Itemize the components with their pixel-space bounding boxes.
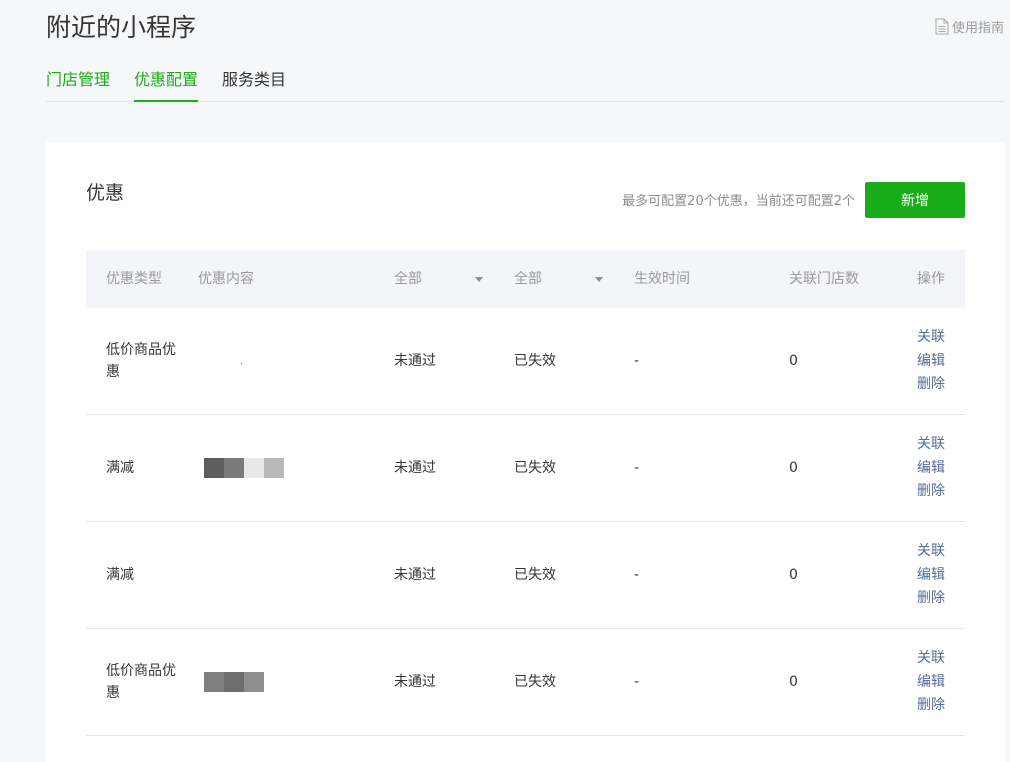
edit-action[interactable]: 编辑 — [917, 456, 945, 480]
image-swatch — [244, 458, 264, 478]
link-stores-action[interactable]: 关联 — [917, 647, 945, 671]
discount-image — [204, 458, 284, 478]
column-header-time: 生效时间 — [634, 271, 690, 287]
image-swatch — [244, 672, 264, 692]
image-swatch — [224, 672, 244, 692]
table-row: 满减 未通过 已失效 - 0 关联 编辑 删除 — [86, 522, 965, 629]
audit-status: 未通过 — [394, 460, 436, 476]
audit-filter-dropdown[interactable]: 全部 — [394, 250, 494, 308]
add-discount-button[interactable]: 新增 — [865, 182, 965, 218]
image-swatch — [204, 458, 224, 478]
table-header: 优惠类型 优惠内容 全部 全部 生效时间 关联门店数 操作 — [86, 250, 965, 308]
linked-store-count: 0 — [789, 567, 798, 583]
row-actions: 关联 编辑 删除 — [917, 433, 945, 504]
column-header-ops: 操作 — [917, 271, 945, 287]
row-actions: 关联 编辑 删除 — [917, 326, 945, 397]
delete-action[interactable]: 删除 — [917, 480, 945, 504]
status-filter-label: 全部 — [514, 271, 542, 287]
discount-content — [204, 458, 284, 478]
edit-action[interactable]: 编辑 — [917, 349, 945, 373]
image-swatch — [264, 458, 284, 478]
delete-action[interactable]: 删除 — [917, 587, 945, 611]
tab-service-category[interactable]: 服务类目 — [222, 62, 286, 101]
panel-title: 优惠 — [86, 182, 125, 204]
image-swatch — [204, 672, 224, 692]
audit-status: 未通过 — [394, 674, 436, 690]
table-row: 低价商品优惠 . 未通过 已失效 - 0 关联 编辑 删除 — [86, 308, 965, 415]
link-stores-action[interactable]: 关联 — [917, 326, 945, 350]
effective-status: 已失效 — [514, 460, 556, 476]
audit-status: 未通过 — [394, 567, 436, 583]
effective-status: 已失效 — [514, 674, 556, 690]
status-filter-dropdown[interactable]: 全部 — [514, 250, 614, 308]
discount-type: 满减 — [106, 460, 134, 476]
tab-store-management[interactable]: 门店管理 — [46, 62, 110, 101]
quota-hint: 最多可配置20个优惠，当前还可配置2个 — [622, 194, 855, 209]
discount-image — [204, 672, 264, 692]
audit-filter-label: 全部 — [394, 271, 422, 287]
caret-down-icon — [595, 277, 603, 282]
table-row: 低价商品优惠 未通过 已失效 - 0 关联 编辑 删除 — [86, 629, 965, 736]
column-header-content: 优惠内容 — [198, 271, 254, 287]
image-swatch — [224, 458, 244, 478]
table-row: 满减 未通过 已失效 - 0 关联 编辑 删除 — [86, 415, 965, 522]
effective-time: - — [634, 353, 640, 369]
linked-store-count: 0 — [789, 460, 798, 476]
page-title: 附近的小程序 — [46, 13, 197, 42]
delete-action[interactable]: 删除 — [917, 373, 945, 397]
discount-table: 优惠类型 优惠内容 全部 全部 生效时间 关联门店数 操作 低价商品优惠 . 未… — [86, 250, 965, 736]
discount-content: . — [204, 349, 243, 373]
tab-bar: 门店管理 优惠配置 服务类目 — [46, 62, 1004, 102]
document-icon — [935, 18, 949, 35]
discount-content — [204, 672, 264, 692]
effective-status: 已失效 — [514, 567, 556, 583]
tab-discount-config[interactable]: 优惠配置 — [134, 62, 199, 102]
effective-time: - — [634, 674, 640, 690]
effective-time: - — [634, 567, 640, 583]
effective-status: 已失效 — [514, 353, 556, 369]
discount-type: 满减 — [106, 567, 134, 583]
content-mark: . — [240, 356, 244, 367]
link-stores-action[interactable]: 关联 — [917, 540, 945, 564]
discount-panel: 优惠 最多可配置20个优惠，当前还可配置2个 新增 优惠类型 优惠内容 全部 全… — [46, 142, 1005, 762]
column-header-type: 优惠类型 — [106, 271, 162, 287]
edit-action[interactable]: 编辑 — [917, 563, 945, 587]
usage-guide-label: 使用指南 — [951, 21, 1004, 36]
linked-store-count: 0 — [789, 353, 798, 369]
edit-action[interactable]: 编辑 — [917, 670, 945, 694]
caret-down-icon — [475, 277, 483, 282]
discount-type: 低价商品优惠 — [106, 663, 176, 701]
link-stores-action[interactable]: 关联 — [917, 433, 945, 457]
column-header-store-count: 关联门店数 — [789, 271, 859, 287]
discount-type: 低价商品优惠 — [106, 342, 176, 380]
delete-action[interactable]: 删除 — [917, 694, 945, 718]
usage-guide-link[interactable]: 使用指南 — [935, 17, 1004, 36]
row-actions: 关联 编辑 删除 — [917, 540, 945, 611]
row-actions: 关联 编辑 删除 — [917, 647, 945, 718]
linked-store-count: 0 — [789, 674, 798, 690]
effective-time: - — [634, 460, 640, 476]
audit-status: 未通过 — [394, 353, 436, 369]
